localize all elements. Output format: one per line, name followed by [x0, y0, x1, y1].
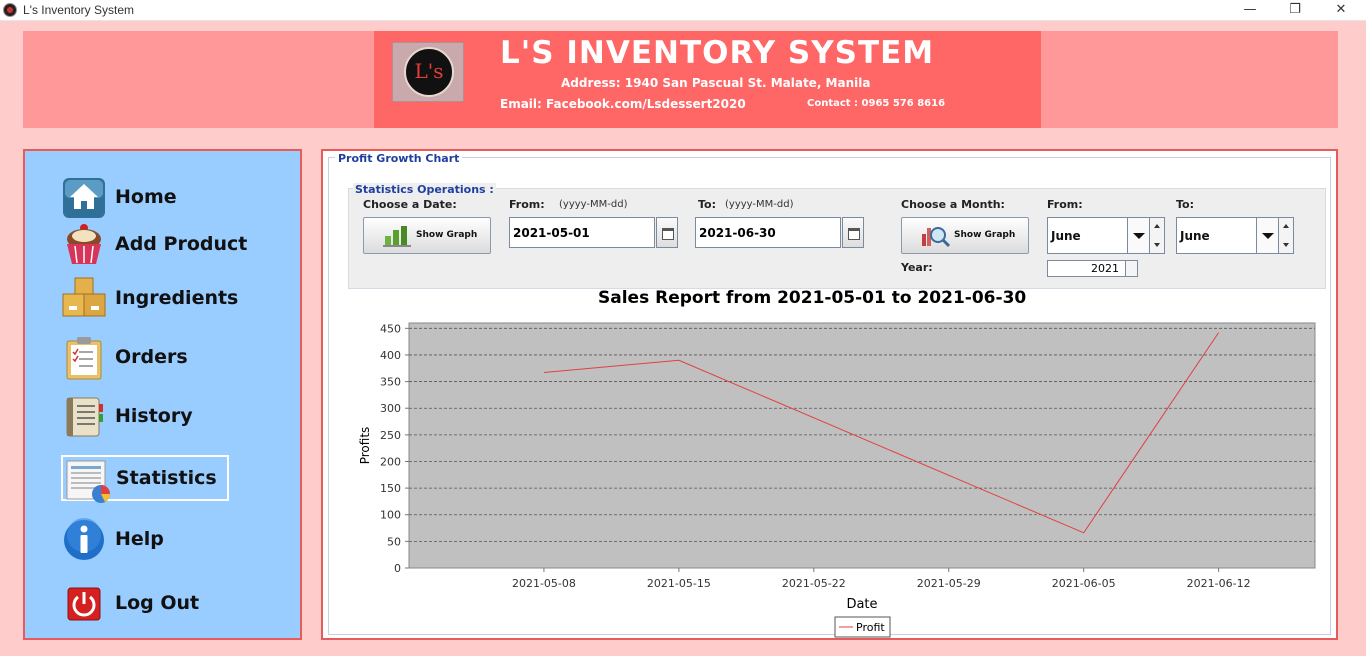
choose-month-label: Choose a Month:: [901, 198, 1005, 211]
x-tick-label: 2021-06-05: [1052, 577, 1116, 590]
app-title: L'S INVENTORY SYSTEM: [500, 35, 935, 71]
statistics-icon: [66, 460, 110, 503]
from-date-label: From:: [509, 198, 545, 211]
y-tick-label: 100: [380, 509, 401, 522]
header-banner: L's L'S INVENTORY SYSTEM Address: 1940 S…: [374, 31, 1041, 128]
magnifier-chart-icon: [922, 227, 950, 248]
app-header: L's L'S INVENTORY SYSTEM Address: 1940 S…: [23, 31, 1338, 128]
info-icon: [64, 518, 104, 560]
book-icon: [66, 397, 103, 437]
year-spinner[interactable]: [1125, 261, 1137, 276]
bar-chart-icon: [383, 226, 411, 247]
boxes-icon: [62, 277, 106, 317]
logo-text: L's: [414, 59, 444, 83]
month-to-spinner[interactable]: [1278, 217, 1294, 254]
legend-entry-profit: Profit: [856, 621, 885, 634]
chevron-down-icon[interactable]: [1127, 218, 1149, 253]
year-label: Year:: [901, 261, 933, 274]
month-from-label: From:: [1047, 198, 1083, 211]
month-from-value: June: [1051, 229, 1081, 243]
app-logo-icon: [3, 3, 17, 17]
maximize-button[interactable]: ❐: [1272, 0, 1318, 20]
y-tick-label: 300: [380, 402, 401, 415]
sidebar-item-label: History: [115, 405, 193, 427]
sidebar-item-label: Orders: [115, 346, 188, 368]
to-calendar-button[interactable]: [842, 217, 864, 248]
to-date-hint: (yyyy-MM-dd): [725, 199, 794, 210]
sidebar-item-ingredients[interactable]: Ingredients: [61, 276, 291, 322]
company-contact: Contact : 0965 576 8616: [807, 98, 946, 109]
plot-area: [408, 322, 1316, 569]
operations-title: Statistics Operations :: [353, 183, 496, 196]
x-tick-label: 2021-05-08: [512, 577, 576, 590]
chart-legend: Profit: [834, 616, 891, 638]
close-button[interactable]: ✕: [1318, 0, 1364, 20]
window-titlebar: L's Inventory System — ❐ ✕: [0, 0, 1366, 21]
minimize-button[interactable]: —: [1227, 0, 1273, 20]
y-tick-label: 250: [380, 429, 401, 442]
sidebar-item-label: Log Out: [115, 592, 200, 614]
month-to-select[interactable]: June: [1176, 217, 1279, 254]
main-panel: Profit Growth Chart Statistics Operation…: [321, 149, 1338, 640]
cupcake-icon: [67, 224, 101, 264]
company-address: Address: 1940 San Pascual St. Malate, Ma…: [561, 76, 871, 90]
sidebar-item-home[interactable]: Home: [61, 175, 291, 221]
to-date-label: To:: [698, 198, 716, 211]
month-to-value: June: [1180, 229, 1210, 243]
sidebar-item-label: Ingredients: [115, 287, 239, 309]
clipboard-icon: [66, 337, 102, 380]
month-to-label: To:: [1176, 198, 1194, 211]
sidebar-item-help[interactable]: Help: [61, 517, 291, 563]
sidebar-item-label: Statistics: [116, 467, 217, 489]
choose-date-label: Choose a Date:: [363, 198, 457, 211]
home-icon: [63, 178, 105, 218]
sidebar-item-add-product[interactable]: Add Product: [61, 222, 291, 268]
from-date-hint: (yyyy-MM-dd): [559, 199, 628, 210]
x-tick-label: 2021-05-15: [647, 577, 711, 590]
window-title: L's Inventory System: [23, 3, 134, 17]
panel-title: Profit Growth Chart: [335, 152, 463, 165]
sidebar-item-label: Help: [115, 528, 164, 550]
profit-growth-panel: Profit Growth Chart Statistics Operation…: [328, 152, 1331, 638]
sidebar-item-label: Add Product: [115, 233, 248, 255]
sidebar-item-history[interactable]: History: [61, 394, 291, 440]
y-axis-label: Profits: [358, 427, 372, 465]
show-graph-date-button[interactable]: Show Graph: [363, 217, 491, 254]
chart-title: Sales Report from 2021-05-01 to 2021-06-…: [598, 288, 1027, 308]
sidebar-item-statistics[interactable]: Statistics: [61, 455, 229, 503]
y-tick-label: 450: [380, 322, 401, 335]
x-tick-label: 2021-06-12: [1187, 577, 1251, 590]
year-input[interactable]: 2021: [1047, 260, 1138, 277]
y-tick-label: 400: [380, 349, 401, 362]
show-graph-month-button[interactable]: Show Graph: [901, 217, 1029, 254]
x-axis-label: Date: [846, 597, 877, 612]
chevron-down-icon[interactable]: [1256, 218, 1278, 253]
profit-chart: 0 50 100 150 200 250 300 350 400 450 2021-05-08 20…: [358, 322, 1316, 638]
x-tick-label: 2021-05-22: [782, 577, 846, 590]
month-from-select[interactable]: June: [1047, 217, 1150, 254]
y-tick-label: 350: [380, 376, 401, 389]
y-tick-label: 50: [387, 535, 401, 548]
power-icon: [67, 587, 101, 621]
company-email: Email: Facebook.com/Lsdessert2020: [500, 97, 746, 111]
y-tick-label: 150: [380, 482, 401, 495]
show-graph-label: Show Graph: [416, 230, 478, 240]
logo-badge-icon: L's: [404, 47, 454, 97]
sidebar-item-log-out[interactable]: Log Out: [61, 581, 291, 627]
company-logo: L's: [392, 42, 464, 102]
sidebar: Home Add Product Ingredients Orders Hist…: [23, 149, 302, 640]
y-tick-label: 200: [380, 455, 401, 468]
year-value: 2021: [1091, 262, 1119, 275]
statistics-operations: Statistics Operations : Choose a Date: S…: [348, 183, 1326, 289]
to-date-input[interactable]: 2021-06-30: [695, 217, 841, 248]
x-tick-label: 2021-05-29: [917, 577, 981, 590]
month-from-spinner[interactable]: [1149, 217, 1165, 254]
from-date-input[interactable]: 2021-05-01: [509, 217, 655, 248]
from-calendar-button[interactable]: [656, 217, 678, 248]
sidebar-item-label: Home: [115, 186, 177, 208]
show-graph-label: Show Graph: [954, 230, 1016, 240]
sidebar-item-orders[interactable]: Orders: [61, 335, 291, 381]
y-tick-label: 0: [394, 562, 401, 575]
